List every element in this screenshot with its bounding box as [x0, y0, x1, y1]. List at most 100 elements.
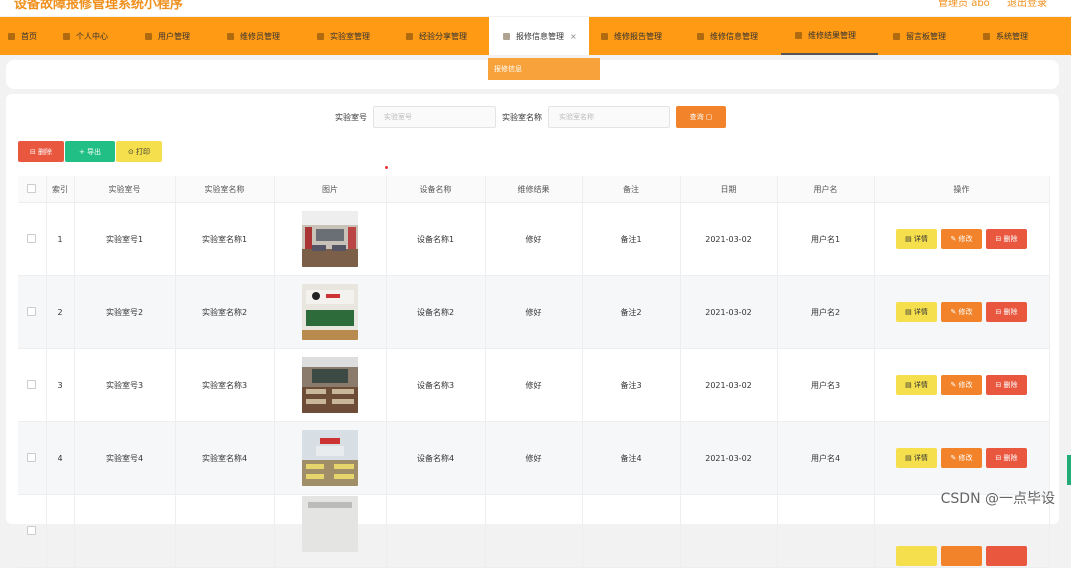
- column-header: 日期: [680, 176, 778, 203]
- lab-no-label: 实验室号: [335, 113, 367, 122]
- batch-delete-button[interactable]: ⊟ 删除: [18, 141, 64, 162]
- cell-device: 设备名称1: [386, 202, 486, 276]
- nav-item-home[interactable]: 首页: [8, 17, 37, 55]
- delete-button[interactable]: ⊟ 删除: [986, 229, 1027, 249]
- delete-button[interactable]: ⊟ 删除: [986, 375, 1027, 395]
- cell-note: 备注4: [582, 421, 681, 495]
- detail-button[interactable]: ▤ 详情: [896, 375, 937, 395]
- nav-item-experience[interactable]: 经验分享管理: [406, 17, 467, 55]
- lab-name-label: 实验室名称: [502, 113, 542, 122]
- menu-icon: [893, 32, 900, 40]
- table-row: 3 实验室号3 实验室名称3 设备名称3 修好 备注3 2021-03-02 用…: [18, 348, 1050, 422]
- detail-button[interactable]: ▤ 详情: [896, 448, 937, 468]
- dropdown-item-repair-info[interactable]: 报修信息: [494, 64, 522, 74]
- nav-item-repair-detail[interactable]: 维修信息管理: [697, 17, 758, 55]
- nav-item-repair-result[interactable]: 维修结果管理: [781, 17, 878, 55]
- cell-result: 修好: [485, 421, 583, 495]
- detail-button[interactable]: ▤ 详情: [896, 229, 937, 249]
- delete-button[interactable]: [986, 546, 1027, 566]
- edit-button[interactable]: [941, 546, 982, 566]
- nav-dropdown: 报修信息: [488, 58, 600, 80]
- table-row: 4 实验室号4 实验室名称4 设备名称4 修好 备注4 2021-03-02 用…: [18, 421, 1050, 495]
- cell-index: [46, 494, 75, 568]
- nav-label: 个人中心: [76, 31, 108, 41]
- lab-no-input[interactable]: 实验室号: [373, 106, 496, 128]
- lab-photo[interactable]: [302, 496, 358, 552]
- export-button[interactable]: + 导出: [65, 141, 115, 162]
- home-icon: [8, 32, 15, 40]
- lab-photo[interactable]: [302, 284, 358, 340]
- nav-item-labs[interactable]: 实验室管理: [317, 17, 370, 55]
- edit-button[interactable]: ✎ 修改: [941, 229, 982, 249]
- nav-label: 实验室管理: [330, 31, 370, 41]
- edit-button[interactable]: ✎ 修改: [941, 302, 982, 322]
- cell-index: 2: [46, 275, 75, 349]
- lab-photo[interactable]: [302, 430, 358, 486]
- menu-icon: [406, 32, 413, 40]
- logout-link[interactable]: 退出登录: [1007, 0, 1047, 9]
- nav-item-repairers[interactable]: 维修员管理: [227, 17, 280, 55]
- menu-icon: [317, 32, 324, 40]
- delete-button[interactable]: ⊟ 删除: [986, 448, 1027, 468]
- cell-lab-no: 实验室号4: [74, 421, 176, 495]
- cell-lab-no: 实验室号2: [74, 275, 176, 349]
- cell-device: 设备名称3: [386, 348, 486, 422]
- top-right-links: 管理员 abo 退出登录: [924, 0, 1047, 9]
- cell-date: 2021-03-02: [680, 348, 778, 422]
- scroll-edge[interactable]: [1067, 455, 1071, 485]
- cell-note: 备注1: [582, 202, 681, 276]
- nav-item-repair-info[interactable]: 报修信息管理 ×: [489, 17, 589, 55]
- cell-lab-name: [175, 494, 275, 568]
- top-header: 设备故障报修管理系统小程序 管理员 abo 退出登录: [0, 0, 1071, 16]
- select-all-checkbox[interactable]: [18, 176, 47, 203]
- search-button[interactable]: 查询 ▢: [676, 106, 726, 128]
- menu-icon: [697, 32, 704, 40]
- lab-photo[interactable]: [302, 211, 358, 267]
- edit-button[interactable]: ✎ 修改: [941, 448, 982, 468]
- table-row: 1 实验室号1 实验室名称1 设备名称1 修好 备注1 2021-03-02 用…: [18, 202, 1050, 276]
- row-actions: ▤ 详情 ✎ 修改 ⊟ 删除: [876, 302, 1048, 322]
- cell-note: [582, 494, 681, 568]
- checkbox[interactable]: [27, 183, 37, 193]
- menu-icon: [145, 32, 152, 40]
- column-header: 实验室名称: [175, 176, 275, 203]
- nav-label: 报修信息管理: [516, 31, 564, 41]
- close-icon[interactable]: ×: [570, 32, 577, 41]
- row-checkbox[interactable]: [27, 379, 37, 389]
- row-checkbox[interactable]: [27, 452, 37, 462]
- menu-icon: [227, 32, 234, 40]
- cell-user: 用户名1: [777, 202, 875, 276]
- row-actions: ▤ 详情 ✎ 修改 ⊟ 删除: [876, 375, 1048, 395]
- row-actions: ▤ 详情 ✎ 修改 ⊟ 删除: [876, 229, 1048, 249]
- row-checkbox[interactable]: [27, 306, 37, 316]
- row-checkbox[interactable]: [27, 525, 37, 535]
- nav-item-profile[interactable]: 个人中心: [63, 17, 108, 55]
- detail-button[interactable]: ▤ 详情: [896, 302, 937, 322]
- lab-photo[interactable]: [302, 357, 358, 413]
- nav-label: 经验分享管理: [419, 31, 467, 41]
- print-button[interactable]: ⊙ 打印: [116, 141, 162, 162]
- cell-result: 修好: [485, 275, 583, 349]
- app-title: 设备故障报修管理系统小程序: [14, 0, 184, 12]
- table-row: [18, 494, 1050, 568]
- column-header: 备注: [582, 176, 681, 203]
- cell-user: 用户名2: [777, 275, 875, 349]
- nav-item-system[interactable]: 系统管理: [983, 17, 1028, 55]
- nav-item-users[interactable]: 用户管理: [145, 17, 190, 55]
- column-header: 操作: [874, 176, 1050, 203]
- nav-label: 系统管理: [996, 31, 1028, 41]
- row-checkbox[interactable]: [27, 233, 37, 243]
- user-icon: [63, 32, 70, 40]
- watermark: CSDN @一点毕设: [940, 491, 1055, 507]
- lab-name-input[interactable]: 实验室名称: [548, 106, 670, 128]
- cell-lab-name: 实验室名称3: [175, 348, 275, 422]
- nav-item-repair-report[interactable]: 维修报告管理: [601, 17, 662, 55]
- delete-button[interactable]: ⊟ 删除: [986, 302, 1027, 322]
- nav-item-messages[interactable]: 留言板管理: [893, 17, 946, 55]
- cell-device: [386, 494, 486, 568]
- cell-device: 设备名称2: [386, 275, 486, 349]
- detail-button[interactable]: [896, 546, 937, 566]
- edit-button[interactable]: ✎ 修改: [941, 375, 982, 395]
- cell-note: 备注2: [582, 275, 681, 349]
- row-actions: [876, 546, 1048, 566]
